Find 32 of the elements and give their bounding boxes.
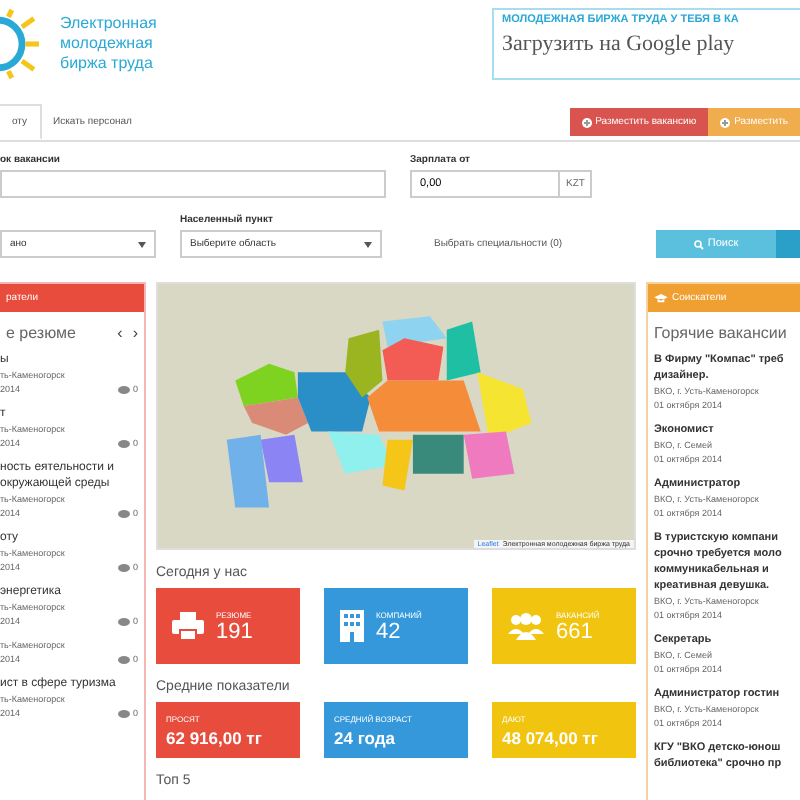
logo-text: Электронная [60,14,157,34]
tile-value: 62 916,00 тг [166,727,262,747]
prev-arrow[interactable]: ‹ [117,324,123,342]
panel-title: е резюме [6,324,76,342]
building-icon [340,610,364,642]
users-icon [508,612,544,640]
store-text: Загрузить на Google play [502,32,737,56]
eye-icon [118,617,131,625]
logo-text: биржа труда [60,54,155,74]
search-icon [693,239,704,249]
tile-value: 191 [216,619,253,643]
eye-icon [118,563,131,571]
plus-circle-icon [581,117,592,127]
logo-text: молодежная [60,34,155,54]
tile-value: 24 года [334,727,395,747]
graduation-cap-icon [654,293,668,303]
eye-icon [118,655,131,663]
tile-value: 42 [376,619,403,643]
eye-icon [118,509,131,517]
panel-title: Горячие вакансии [654,324,787,342]
caret-icon [364,241,372,247]
tile-value: 661 [556,619,595,643]
tile-value: 48 074,00 тг [502,727,598,747]
eye-icon [118,385,131,393]
eye-icon [118,709,131,717]
eye-icon [118,439,131,447]
plus-circle-icon [720,117,731,127]
printer-icon [172,612,204,640]
clear-button[interactable] [776,230,800,258]
next-arrow[interactable]: › [132,324,138,342]
keyword-input[interactable] [0,170,386,198]
caret-icon [138,241,146,247]
